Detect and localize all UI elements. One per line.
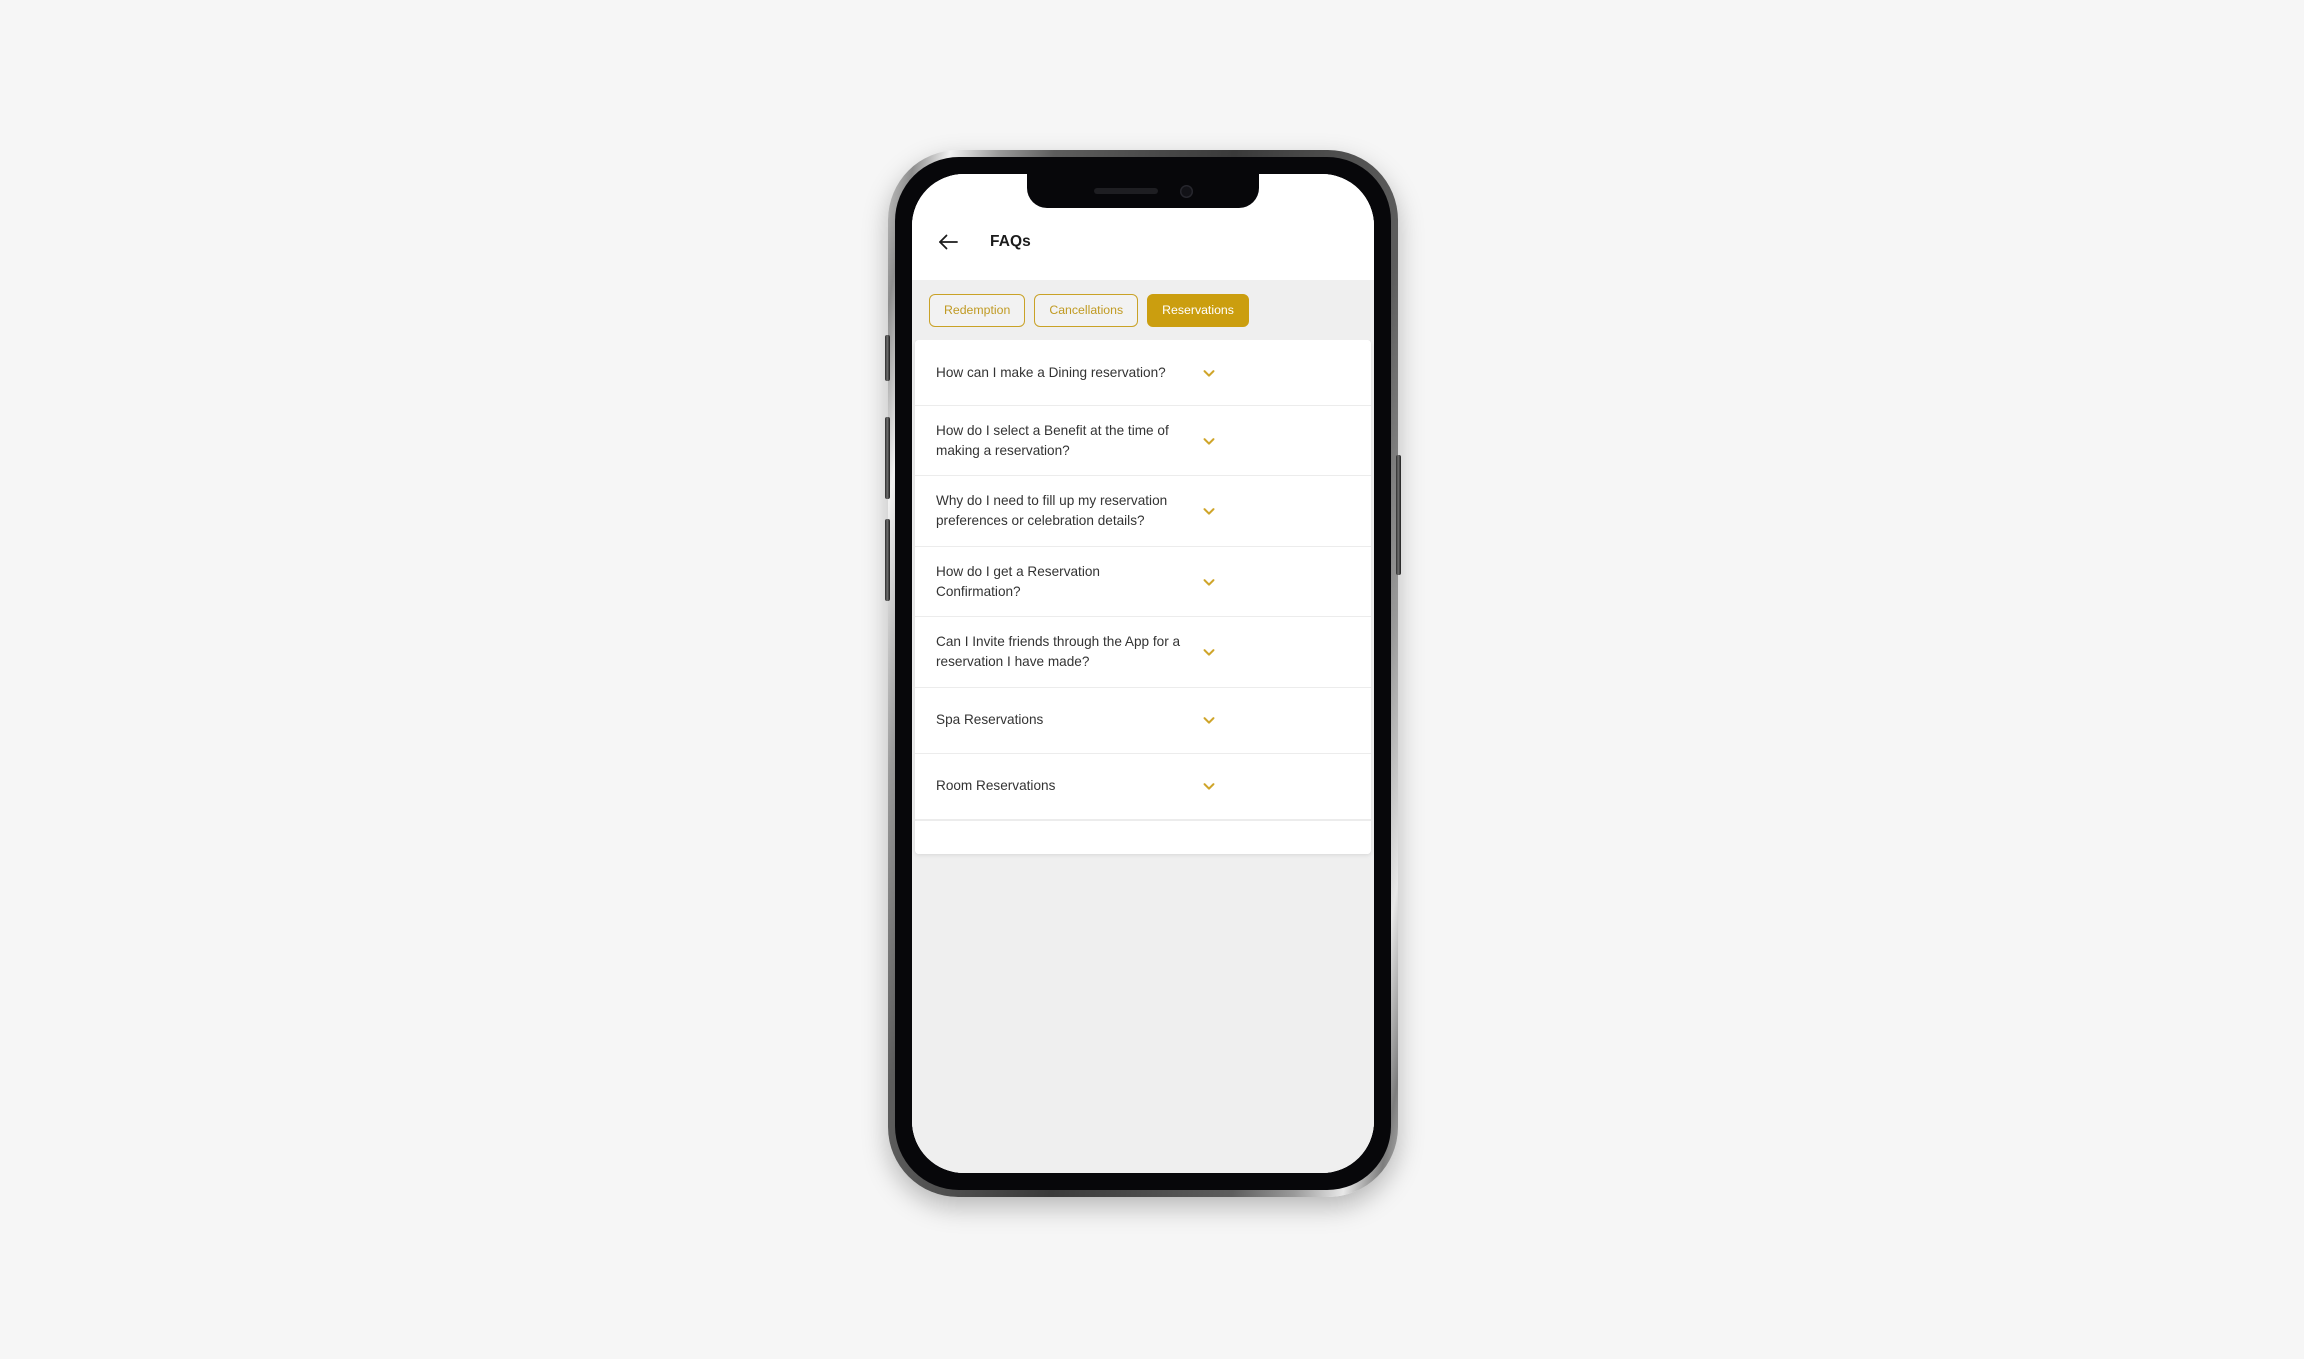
faq-row[interactable]: Can I Invite friends through the App for… [915,617,1371,688]
faq-list-scroll-area[interactable]: How can I make a Dining reservation? How… [912,340,1374,1173]
chevron-down-icon[interactable] [1198,775,1220,797]
faq-app: FAQs Redemption Cancellations Reservatio… [912,174,1374,1173]
chevron-down-icon[interactable] [1198,362,1220,384]
device-bezel: FAQs Redemption Cancellations Reservatio… [895,157,1391,1190]
faq-category-filter-bar: Redemption Cancellations Reservations [912,280,1374,340]
device-notch [1027,174,1259,208]
faq-question-text: How can I make a Dining reservation? [936,364,1166,380]
faq-question-text: How do I get a Reservation Confirmation? [936,563,1100,599]
volume-down-button[interactable] [885,519,890,601]
faq-list-card: How can I make a Dining reservation? How… [915,340,1371,854]
faq-question-text: Room Reservations [936,778,1056,794]
page-canvas: FAQs Redemption Cancellations Reservatio… [0,0,2304,1359]
filter-chip-reservations[interactable]: Reservations [1147,294,1249,327]
power-button[interactable] [1396,455,1401,575]
chevron-down-icon[interactable] [1198,500,1220,522]
filter-chip-cancellations[interactable]: Cancellations [1034,294,1139,327]
phone-device-mockup: FAQs Redemption Cancellations Reservatio… [885,150,1401,1197]
faq-question-text: Spa Reservations [936,712,1044,728]
page-title: FAQs [990,233,1031,250]
faq-question-text: Why do I need to fill up my reservation … [936,493,1168,529]
faq-row[interactable]: Why do I need to fill up my reservation … [915,476,1371,547]
faq-row[interactable]: Room Reservations [915,753,1371,820]
chevron-down-icon[interactable] [1198,641,1220,663]
speaker-slot-icon [1093,188,1158,194]
front-camera-icon [1179,184,1193,198]
chevron-down-icon[interactable] [1198,709,1220,731]
volume-up-button[interactable] [885,417,890,499]
chevron-down-icon[interactable] [1198,571,1220,593]
faq-row[interactable]: Spa Reservations [915,687,1371,754]
faq-row[interactable]: How can I make a Dining reservation? [915,340,1371,406]
chevron-down-icon[interactable] [1198,430,1220,452]
faq-question-text: How do I select a Benefit at the time of… [936,423,1169,458]
faq-row[interactable]: How do I get a Reservation Confirmation? [915,546,1371,618]
arrow-left-icon[interactable] [936,230,960,254]
faq-card-footer-spacer [915,819,1371,854]
faq-row[interactable]: How do I select a Benefit at the time of… [915,406,1371,477]
mute-switch[interactable] [885,335,890,381]
faq-question-text: Can I Invite friends through the App for… [936,634,1181,669]
filter-chip-redemption[interactable]: Redemption [929,294,1026,327]
phone-screen: FAQs Redemption Cancellations Reservatio… [912,174,1374,1173]
